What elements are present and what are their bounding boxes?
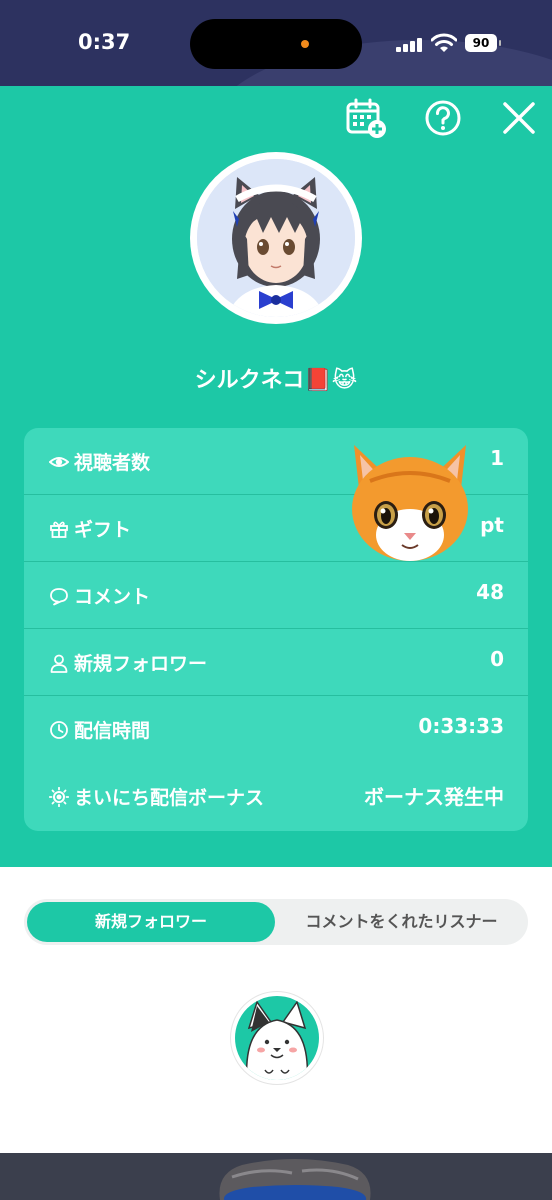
stat-row-new-followers: 新規フォロワー 0 — [24, 629, 528, 696]
dog-character-image — [235, 996, 319, 1080]
tab-new-followers[interactable]: 新規フォロワー — [27, 902, 275, 942]
clock-icon — [50, 721, 68, 739]
dynamic-island — [190, 19, 362, 69]
streamer-avatar — [190, 152, 362, 324]
sun-icon — [49, 787, 69, 807]
stat-label: 視聴者数 — [74, 452, 151, 474]
maid-character-image — [197, 159, 355, 317]
stat-value: 0:33:33 — [418, 714, 504, 738]
stat-label: ギフト — [74, 519, 132, 541]
battery-indicator: 90 — [465, 34, 501, 52]
help-icon[interactable] — [422, 97, 464, 139]
stat-value: 1 — [490, 446, 504, 470]
decorative-object — [219, 1159, 371, 1200]
status-bar: 0:37 90 — [0, 0, 552, 86]
follower-tabs: 新規フォロワー コメントをくれたリスナー — [24, 899, 528, 945]
tab-commenting-listeners[interactable]: コメントをくれたリスナー — [278, 902, 525, 942]
stat-label: 新規フォロワー — [74, 653, 208, 675]
stat-value: pt — [480, 513, 504, 537]
stat-row-comments: コメント 48 — [24, 562, 528, 629]
signal-icon — [396, 36, 424, 52]
stat-label: まいにち配信ボーナス — [74, 787, 265, 809]
stat-label: コメント — [74, 586, 151, 608]
status-time: 0:37 — [78, 30, 131, 54]
streamer-name: シルクネコ📕😹 — [194, 368, 358, 393]
person-icon — [50, 654, 68, 673]
stat-value: 0 — [490, 647, 504, 671]
stat-value: ボーナス発生中 — [364, 785, 504, 809]
calendar-plus-icon[interactable] — [345, 97, 387, 139]
eye-icon — [49, 457, 69, 467]
wifi-icon — [431, 33, 457, 52]
stat-value: 48 — [476, 580, 504, 604]
stat-row-stream-time: 配信時間 0:33:33 — [24, 696, 528, 763]
stat-label: 配信時間 — [74, 720, 151, 742]
cat-sticker-image — [352, 445, 468, 561]
comment-icon — [50, 588, 68, 606]
close-icon[interactable] — [498, 97, 540, 139]
follower-avatar[interactable] — [230, 991, 324, 1085]
gift-icon — [50, 521, 68, 538]
stat-row-daily-bonus: まいにち配信ボーナス ボーナス発生中 — [24, 763, 528, 830]
